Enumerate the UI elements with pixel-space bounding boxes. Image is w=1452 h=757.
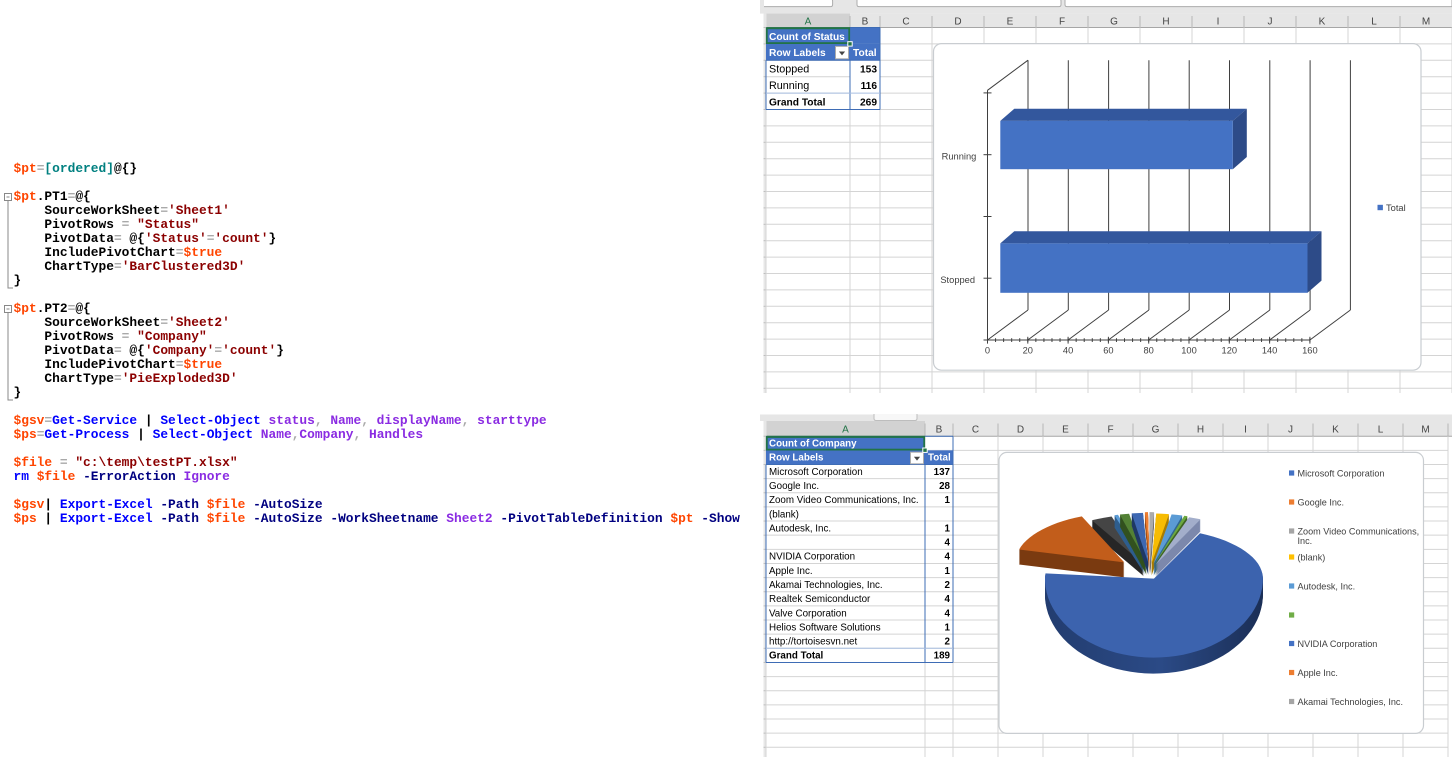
svg-text:G: G: [1152, 425, 1160, 436]
svg-text:NVIDIA Corporation: NVIDIA Corporation: [769, 552, 855, 563]
svg-text:Total: Total: [1386, 203, 1406, 213]
svg-text:G: G: [1110, 16, 1118, 27]
svg-text:(blank): (blank): [1298, 552, 1326, 562]
svg-text:I: I: [1217, 16, 1220, 27]
svg-text:Total: Total: [853, 48, 877, 59]
svg-text:Stopped: Stopped: [940, 275, 975, 285]
svg-text:1: 1: [945, 622, 951, 633]
svg-text:Microsoft Corporation: Microsoft Corporation: [1298, 468, 1385, 478]
svg-text:4: 4: [945, 552, 951, 563]
svg-text:H: H: [1197, 425, 1204, 436]
svg-text:1: 1: [945, 495, 951, 506]
svg-text:Row Labels: Row Labels: [769, 48, 826, 59]
svg-text:189: 189: [934, 651, 951, 662]
svg-text:E: E: [1007, 16, 1014, 27]
svg-text:269: 269: [860, 97, 877, 108]
svg-text:A: A: [805, 16, 812, 27]
svg-text:1: 1: [945, 523, 951, 534]
svg-text:H: H: [1162, 16, 1169, 27]
svg-text:Autodesk, Inc.: Autodesk, Inc.: [1298, 581, 1356, 591]
svg-text:80: 80: [1144, 345, 1154, 355]
svg-text:Google Inc.: Google Inc.: [1298, 497, 1345, 507]
svg-text:Realtek Semiconductor: Realtek Semiconductor: [769, 594, 871, 605]
svg-text:Count of Status: Count of Status: [769, 32, 845, 43]
svg-text:100: 100: [1181, 345, 1197, 355]
svg-text:C: C: [902, 16, 909, 27]
svg-text:Row Labels: Row Labels: [769, 453, 824, 464]
svg-text:A: A: [842, 425, 849, 436]
svg-text:137: 137: [934, 467, 951, 478]
svg-text:140: 140: [1262, 345, 1278, 355]
svg-text:Zoom Video Communications,: Zoom Video Communications,: [1298, 526, 1420, 536]
svg-text:Inc.: Inc.: [1298, 536, 1313, 546]
svg-text:K: K: [1319, 16, 1326, 27]
svg-text:0: 0: [985, 345, 990, 355]
svg-text:60: 60: [1103, 345, 1113, 355]
svg-text:Stopped: Stopped: [769, 64, 809, 76]
svg-text:Akamai Technologies, Inc.: Akamai Technologies, Inc.: [1298, 697, 1403, 707]
svg-text:Apple Inc.: Apple Inc.: [769, 566, 813, 577]
svg-text:E: E: [1062, 425, 1069, 436]
svg-text:153: 153: [860, 65, 877, 76]
svg-text:http://tortoisesvn.net: http://tortoisesvn.net: [769, 637, 857, 648]
svg-text:Autodesk, Inc.: Autodesk, Inc.: [769, 523, 831, 534]
svg-text:Running: Running: [942, 152, 977, 162]
svg-text:4: 4: [945, 608, 951, 619]
svg-text:M: M: [1421, 425, 1429, 436]
svg-text:Helios Software Solutions: Helios Software Solutions: [769, 622, 881, 633]
svg-text:Grand Total: Grand Total: [769, 97, 826, 108]
svg-text:M: M: [1422, 16, 1430, 27]
svg-text:116: 116: [861, 81, 878, 92]
svg-text:C: C: [972, 425, 979, 436]
svg-text:D: D: [954, 16, 961, 27]
svg-text:(blank): (blank): [769, 509, 799, 520]
svg-text:F: F: [1107, 425, 1113, 436]
svg-text:Apple Inc.: Apple Inc.: [1298, 668, 1338, 678]
svg-text:2: 2: [945, 637, 951, 648]
svg-text:Total: Total: [928, 453, 951, 464]
svg-text:B: B: [862, 16, 869, 27]
svg-text:Google Inc.: Google Inc.: [769, 481, 819, 492]
svg-text:F: F: [1059, 16, 1065, 27]
svg-text:Zoom Video Communications, Inc: Zoom Video Communications, Inc.: [769, 495, 919, 506]
svg-text:Microsoft Corporation: Microsoft Corporation: [769, 467, 863, 478]
svg-text:J: J: [1268, 16, 1273, 27]
svg-text:28: 28: [939, 481, 950, 492]
svg-text:L: L: [1378, 425, 1384, 436]
svg-text:I: I: [1244, 425, 1247, 436]
svg-text:Count of Company: Count of Company: [769, 439, 857, 450]
svg-text:4: 4: [945, 538, 951, 549]
svg-text:1: 1: [945, 566, 951, 577]
svg-text:Akamai Technologies, Inc.: Akamai Technologies, Inc.: [769, 580, 883, 591]
svg-text:40: 40: [1063, 345, 1073, 355]
svg-text:120: 120: [1222, 345, 1238, 355]
svg-text:J: J: [1288, 425, 1293, 436]
svg-text:Grand Total: Grand Total: [769, 651, 824, 662]
svg-text:NVIDIA Corporation: NVIDIA Corporation: [1298, 639, 1378, 649]
svg-text:D: D: [1017, 425, 1024, 436]
svg-text:4: 4: [945, 594, 951, 605]
svg-text:K: K: [1332, 425, 1339, 436]
svg-text:2: 2: [945, 580, 951, 591]
svg-text:Valve Corporation: Valve Corporation: [769, 608, 847, 619]
svg-text:20: 20: [1023, 345, 1033, 355]
svg-text:L: L: [1371, 16, 1377, 27]
svg-text:160: 160: [1302, 345, 1318, 355]
svg-text:Running: Running: [769, 80, 809, 92]
svg-text:B: B: [936, 425, 943, 436]
